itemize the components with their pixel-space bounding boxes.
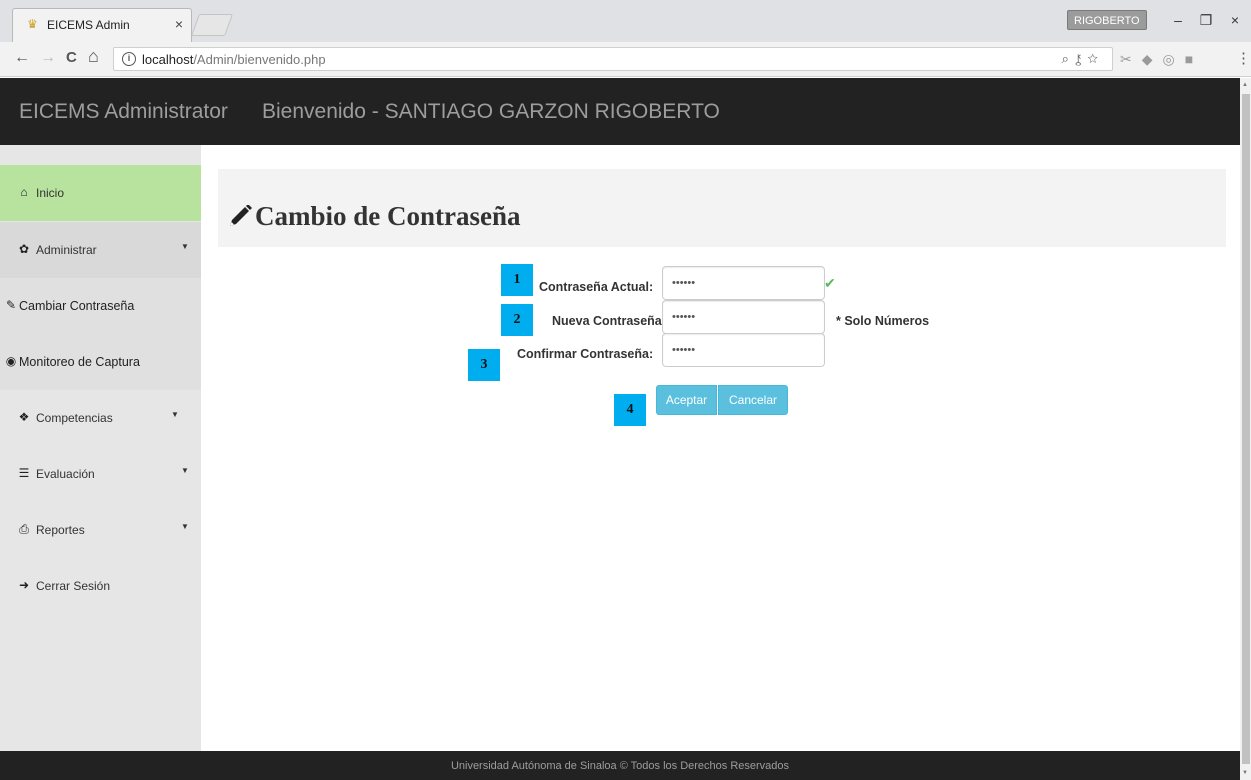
list-icon: ☰: [18, 466, 30, 480]
browser-titlebar: ♛ EICEMS Admin × RIGOBERTO – ❐ ×: [0, 0, 1251, 42]
chrome-menu-icon[interactable]: ⋮: [1236, 49, 1251, 67]
step-badge-3: 3: [468, 349, 500, 381]
sidebar-item-administrar[interactable]: ✿ Administrar ▼: [0, 222, 201, 278]
app-navbar: EICEMS Administrator Bienvenido - SANTIA…: [0, 78, 1240, 145]
step-badge-1: 1: [501, 264, 533, 296]
sidebar-item-label: Reportes: [36, 523, 85, 537]
url-host: localhost: [142, 52, 194, 67]
bookmark-star-icon[interactable]: ☆: [1087, 51, 1104, 66]
sidebar-item-evaluacion[interactable]: ☰ Evaluación ▼: [0, 446, 201, 502]
profile-badge[interactable]: RIGOBERTO: [1067, 10, 1147, 30]
gear-icon: ✿: [18, 242, 30, 256]
eye-icon: ◉: [5, 354, 17, 368]
scroll-thumb[interactable]: [1242, 94, 1250, 764]
new-password-label: Nueva Contraseña:: [552, 314, 666, 328]
current-password-field[interactable]: [662, 266, 825, 300]
url-path: /Admin/bienvenido.php: [193, 52, 326, 67]
step-badge-4: 4: [614, 394, 646, 426]
page-title: Cambio de Contraseña: [255, 201, 521, 231]
scroll-down-icon[interactable]: ▼: [1242, 770, 1248, 776]
sidebar-item-label: Evaluación: [36, 467, 95, 481]
sidebar-item-inicio[interactable]: ⌂ Inicio: [0, 165, 201, 221]
footer-text: Universidad Autónoma de Sinaloa © Todos …: [450, 760, 790, 772]
tab-title: EICEMS Admin: [47, 18, 130, 32]
scroll-up-icon[interactable]: ▲: [1242, 82, 1248, 88]
step-badge-2: 2: [501, 304, 533, 336]
sidebar-item-cerrar-sesion[interactable]: ➜ Cerrar Sesión: [0, 558, 201, 614]
accept-button[interactable]: Aceptar: [656, 385, 717, 415]
key-icon[interactable]: ⚷: [1075, 51, 1087, 66]
brand[interactable]: EICEMS Administrator: [19, 100, 228, 124]
new-tab-button[interactable]: [190, 14, 234, 36]
caret-down-icon: ▼: [171, 410, 179, 419]
confirm-password-field[interactable]: [662, 333, 825, 367]
caret-down-icon: ▼: [181, 522, 189, 531]
sidebar-item-reportes[interactable]: ⎙ Reportes ▼: [0, 502, 201, 558]
browser-toolbar: ← → C ⌂ i localhost/Admin/bienvenido.php…: [0, 42, 1251, 77]
sidebar-item-cambiar-contrasena[interactable]: ✎ Cambiar Contraseña: [0, 278, 201, 334]
new-password-field[interactable]: [662, 300, 825, 334]
sidebar: ⌂ Inicio ✿ Administrar ▼ ✎ Cambiar Contr…: [0, 145, 201, 751]
minimize-icon[interactable]: –: [1168, 12, 1188, 28]
forward-icon[interactable]: →: [40, 49, 56, 67]
confirm-password-label: Confirmar Contraseña:: [517, 347, 654, 361]
print-icon: ⎙: [19, 522, 29, 536]
omnibox-icons: ⌕⚷☆: [1062, 51, 1104, 67]
sidebar-item-monitoreo[interactable]: ◉ Monitoreo de Captura: [0, 334, 201, 390]
url-text: localhost/Admin/bienvenido.php: [142, 52, 326, 67]
sidebar-item-label: Monitoreo de Captura: [19, 355, 140, 369]
signout-icon: ➜: [18, 578, 30, 592]
back-icon[interactable]: ←: [14, 49, 30, 67]
current-password-label: Contraseña Actual:: [539, 280, 654, 294]
zoom-icon[interactable]: ⌕: [1062, 51, 1075, 66]
home-button-icon[interactable]: ⌂: [88, 46, 99, 67]
tab-close-icon[interactable]: ×: [175, 16, 183, 32]
cubes-icon: ❖: [18, 410, 30, 424]
sidebar-item-label: Cerrar Sesión: [36, 579, 111, 593]
browser-tab[interactable]: ♛ EICEMS Admin ×: [12, 8, 192, 42]
page-scrollbar[interactable]: ▲ ▼: [1240, 78, 1251, 780]
valid-check-icon: ✔: [824, 275, 836, 291]
welcome-text: Bienvenido - SANTIAGO GARZON RIGOBERTO: [262, 100, 720, 123]
caret-down-icon: ▼: [181, 466, 189, 475]
window-close-icon[interactable]: ×: [1225, 12, 1245, 28]
maximize-icon[interactable]: ❐: [1196, 12, 1216, 29]
footer: Universidad Autónoma de Sinaloa © Todos …: [0, 751, 1240, 780]
numbers-only-hint: * Solo Números: [836, 314, 930, 328]
info-icon[interactable]: i: [122, 52, 136, 66]
sidebar-item-competencias[interactable]: ❖ Competencias ▼: [0, 390, 201, 446]
extension-icons[interactable]: ✂◆◎■: [1120, 51, 1203, 68]
cancel-button[interactable]: Cancelar: [718, 385, 788, 415]
address-bar[interactable]: i localhost/Admin/bienvenido.php ⌕⚷☆: [113, 47, 1113, 71]
home-icon: ⌂: [20, 185, 28, 199]
sidebar-item-label: Inicio: [36, 186, 65, 200]
pencil-icon: [230, 205, 252, 226]
favicon-icon: ♛: [27, 17, 38, 31]
sidebar-item-label: Competencias: [36, 411, 113, 425]
sidebar-item-label: Administrar: [36, 243, 97, 257]
pencil-icon: ✎: [5, 298, 17, 312]
caret-down-icon: ▼: [181, 242, 189, 251]
reload-icon[interactable]: C: [66, 49, 77, 66]
sidebar-item-label: Cambiar Contraseña: [19, 299, 135, 313]
